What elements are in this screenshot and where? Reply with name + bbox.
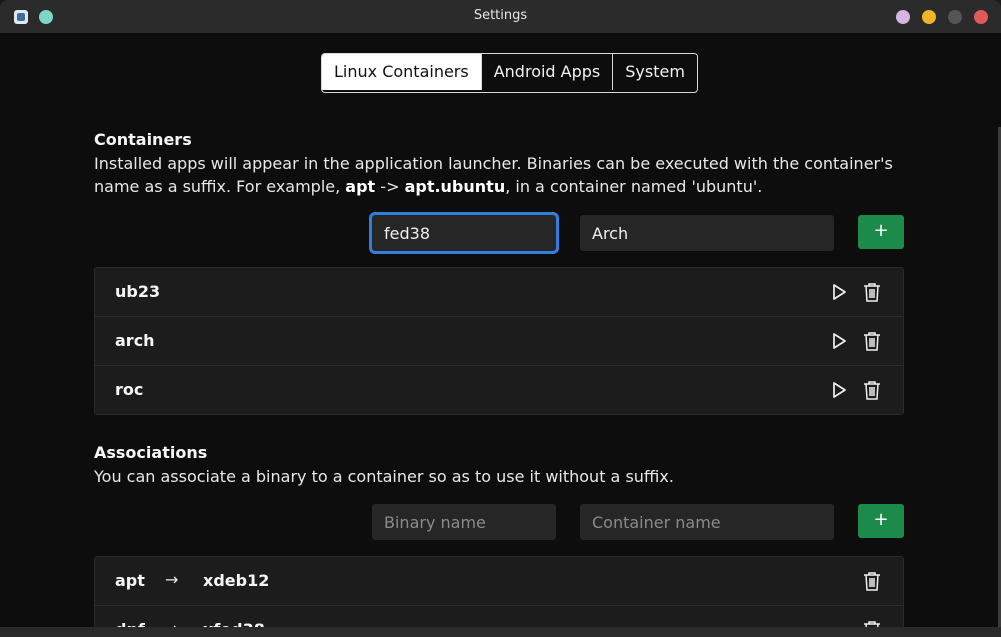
binary-name-input[interactable] xyxy=(372,504,556,540)
list-item: ub23 xyxy=(95,268,903,316)
close-button[interactable] xyxy=(974,10,988,24)
example-suffixed-binary: apt.ubuntu xyxy=(404,177,506,196)
list-item: arch xyxy=(95,316,903,365)
container-name: roc xyxy=(115,380,144,399)
list-item: apt → xdeb12 xyxy=(95,557,903,605)
play-icon[interactable] xyxy=(829,331,849,351)
trash-icon[interactable] xyxy=(862,282,882,302)
trash-icon[interactable] xyxy=(862,380,882,400)
binary-name: apt xyxy=(115,571,145,590)
tab-linux-containers[interactable]: Linux Containers xyxy=(322,54,481,90)
keep-above-button[interactable] xyxy=(896,10,910,24)
associations-list: apt → xdeb12 dnf → xfed38 xyxy=(94,556,904,637)
arrow-icon: → xyxy=(165,570,179,589)
settings-tabs: Linux Containers Android Apps System xyxy=(321,53,698,93)
containers-list: ub23 arch roc xyxy=(94,267,904,415)
settings-window: Settings Linux Containers Android Apps S… xyxy=(0,0,1001,637)
container-name-input[interactable] xyxy=(580,504,834,540)
association-container: xdeb12 xyxy=(203,571,270,590)
tab-system[interactable]: System xyxy=(612,54,697,90)
add-association-button[interactable]: + xyxy=(858,504,904,538)
add-container-button[interactable]: + xyxy=(858,215,904,249)
window-bottom-edge xyxy=(0,627,1001,637)
play-icon[interactable] xyxy=(829,380,849,400)
example-binary: apt xyxy=(345,177,376,196)
containers-heading: Containers xyxy=(94,130,192,149)
associations-heading: Associations xyxy=(94,443,208,462)
container-name: arch xyxy=(115,331,155,350)
maximize-button[interactable] xyxy=(948,10,962,24)
containers-desc-text-end: , in a container named 'ubuntu'. xyxy=(505,177,763,196)
container-distro-input[interactable] xyxy=(580,215,834,251)
minimize-button[interactable] xyxy=(922,10,936,24)
play-icon[interactable] xyxy=(829,282,849,302)
trash-icon[interactable] xyxy=(862,331,882,351)
window-title: Settings xyxy=(473,8,528,23)
list-item: roc xyxy=(95,365,903,414)
trash-icon[interactable] xyxy=(862,571,882,591)
tab-android-apps[interactable]: Android Apps xyxy=(480,54,613,90)
associations-description: You can associate a binary to a containe… xyxy=(94,467,674,486)
title-bar: Settings xyxy=(0,0,1001,33)
container-name-input[interactable] xyxy=(369,212,559,254)
example-arrow: -> xyxy=(375,177,405,196)
container-name: ub23 xyxy=(115,282,161,301)
containers-description: Installed apps will appear in the applic… xyxy=(94,152,914,198)
